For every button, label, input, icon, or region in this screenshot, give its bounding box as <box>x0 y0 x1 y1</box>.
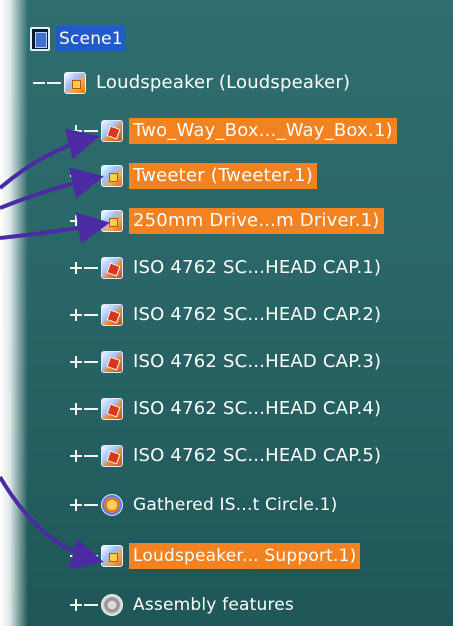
annotation-arrow <box>0 167 104 210</box>
annotation-arrow <box>0 475 104 570</box>
annotation-arrows <box>0 128 110 570</box>
annotation-arrow <box>0 212 110 244</box>
